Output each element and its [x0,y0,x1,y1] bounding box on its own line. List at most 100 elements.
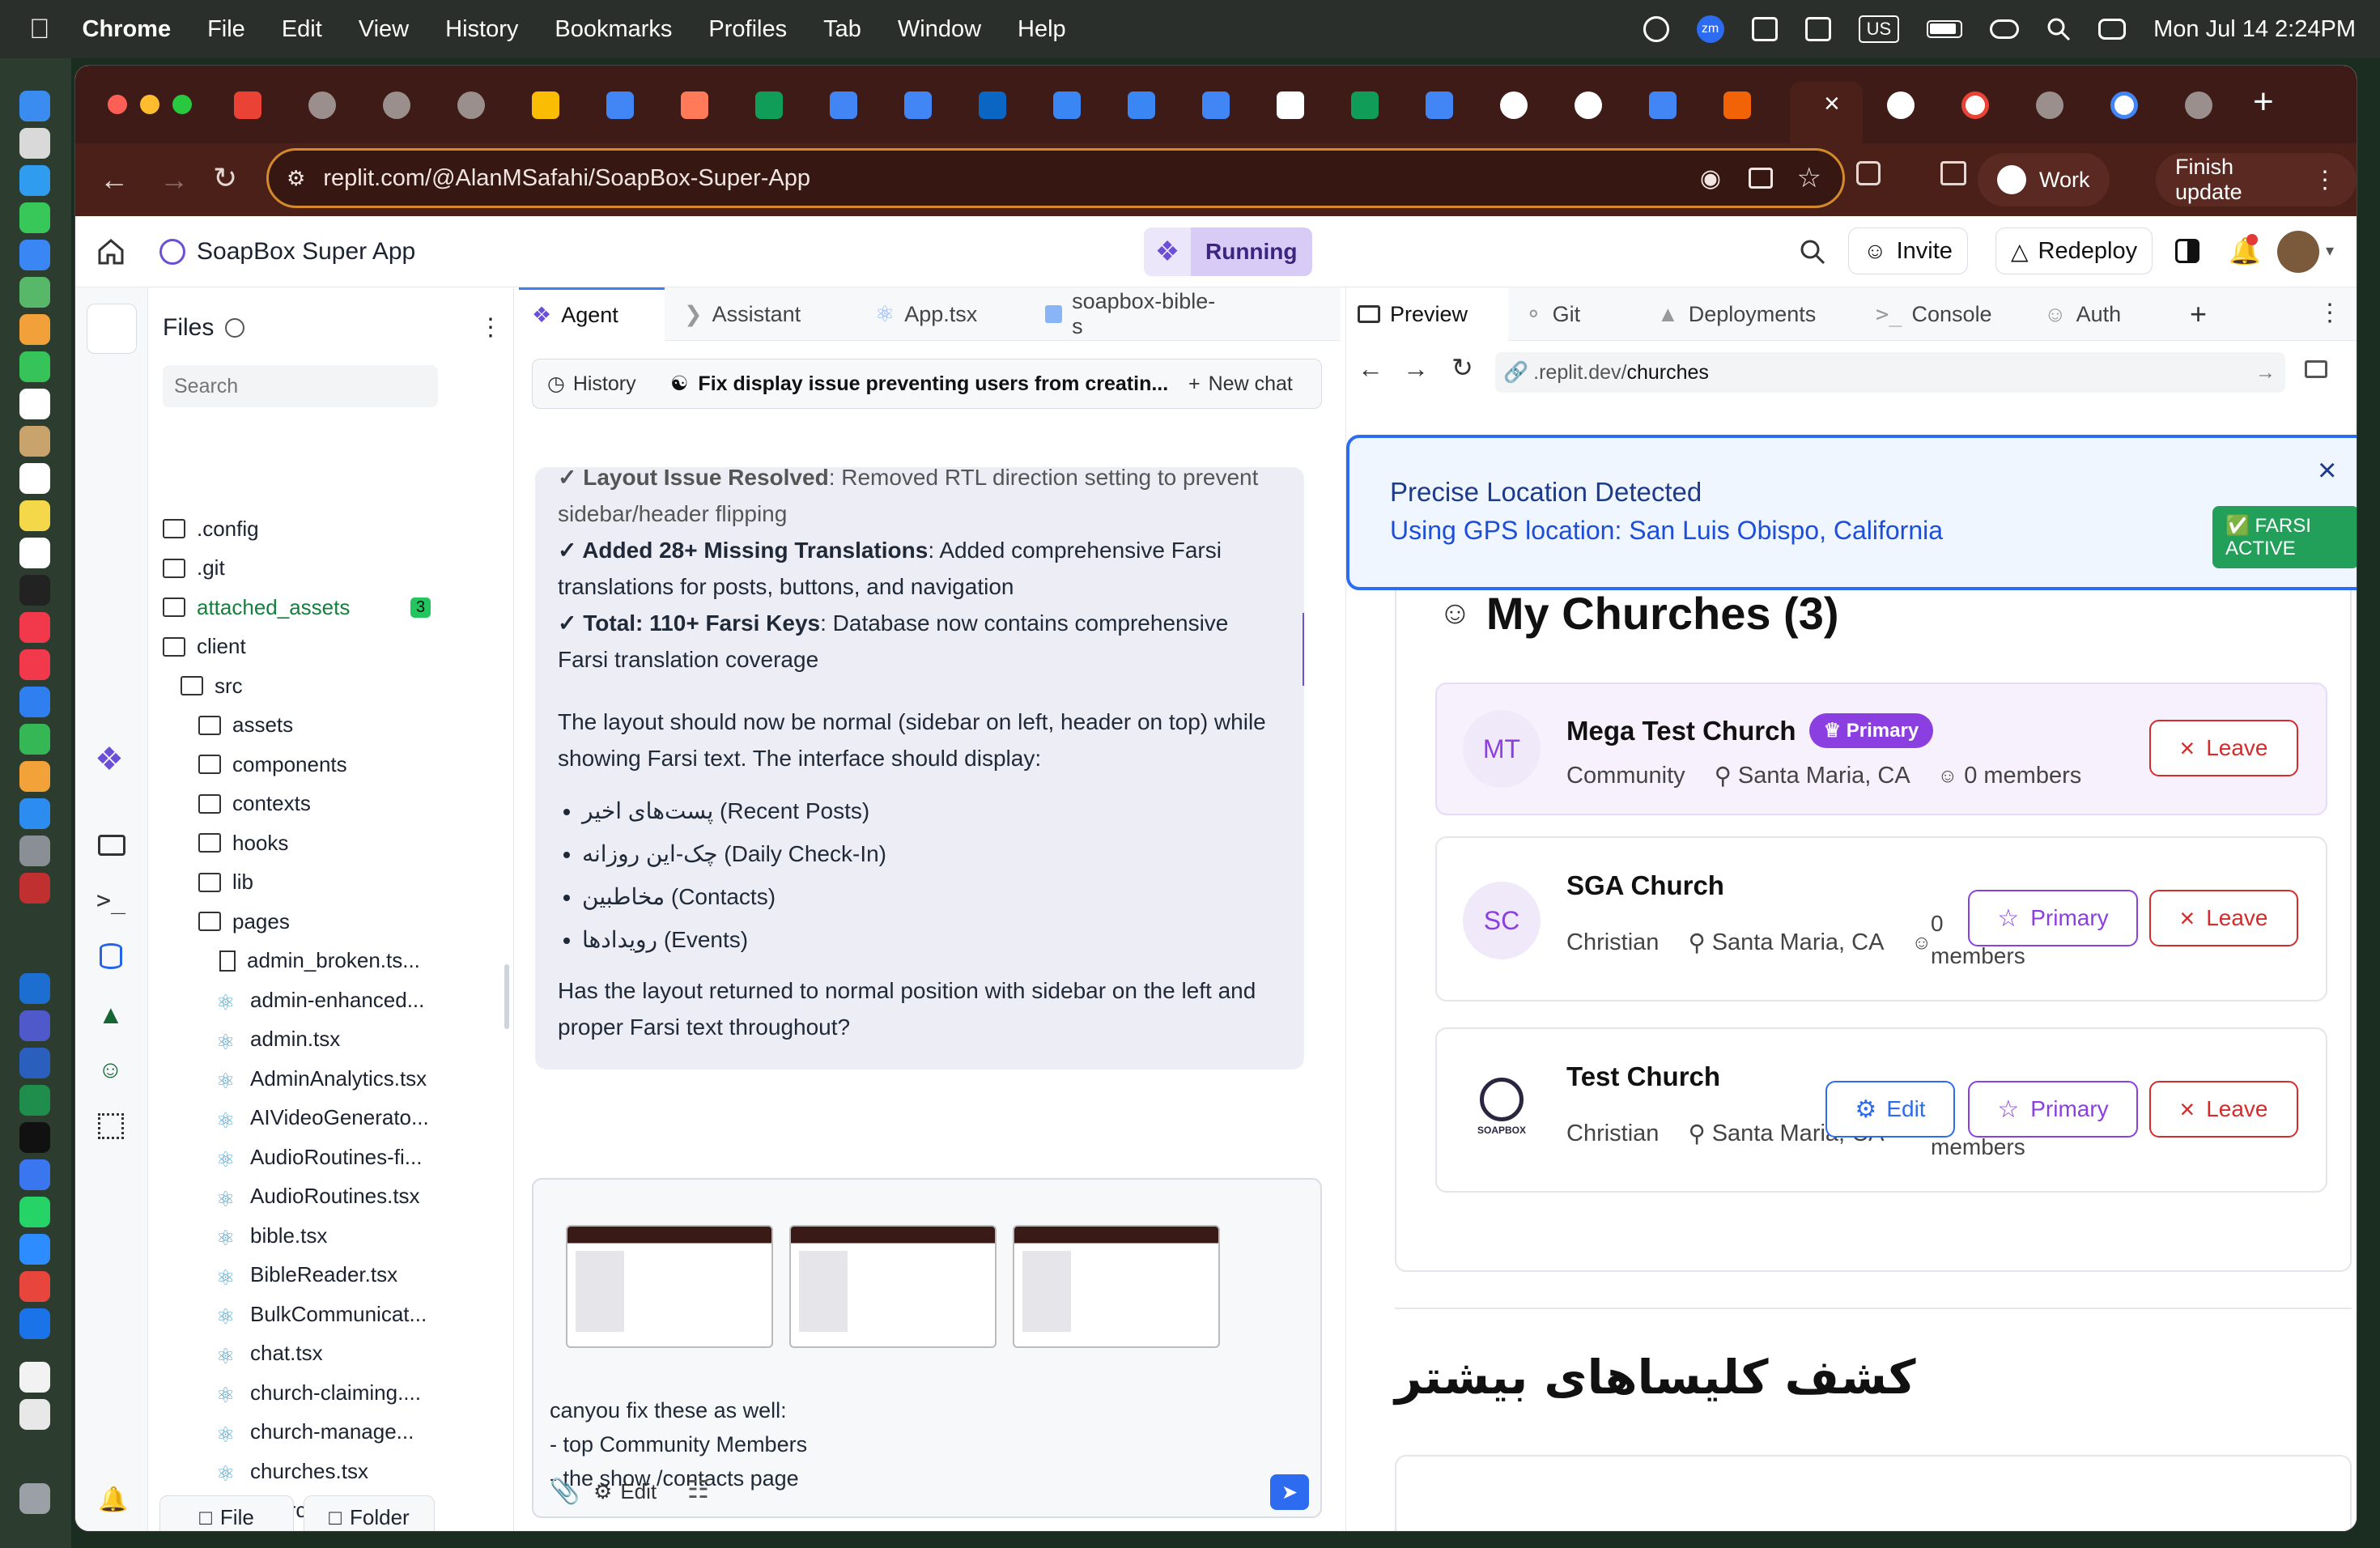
trash-icon[interactable] [19,1483,50,1514]
tree-folder[interactable]: .config [163,512,259,545]
tab-assistant[interactable]: ❯ Assistant [673,287,851,341]
keyboard-layout[interactable]: US [1858,15,1900,43]
tab-soapbox-bible[interactable]: soapbox-bible-s [1034,287,1220,341]
invite-button[interactable]: ☺ Invite [1848,228,1968,274]
chat-title[interactable]: ☯ Fix display issue preventing users from… [670,372,1172,396]
tab-hubspot[interactable] [681,91,708,119]
attach-icon[interactable]: 📎 [550,1478,580,1506]
appstore-icon[interactable] [19,798,50,829]
back-icon[interactable]: ← [100,163,129,197]
minimize-window-button[interactable] [140,95,159,114]
menu-bookmarks[interactable]: Bookmarks [555,16,672,43]
tab-drive[interactable] [532,91,559,119]
excel-dock-icon[interactable] [19,1085,50,1116]
files-menu-icon[interactable]: ⋮ [478,313,503,342]
menu-edit[interactable]: Edit [282,16,322,43]
finder-icon[interactable] [19,91,50,121]
tab-white[interactable] [1277,91,1304,119]
calendar-icon[interactable] [19,389,50,419]
sliders-icon[interactable]: ☷ [687,1476,709,1504]
tree-folder[interactable]: assets [198,709,293,742]
music-icon[interactable] [19,612,50,643]
new-chat-button[interactable]: + New chat [1172,372,1293,396]
tab-openai[interactable] [1500,91,1528,119]
tab-docs-5[interactable] [1426,91,1453,119]
photos-icon[interactable] [19,314,50,345]
chat-input-text[interactable]: canyou fix these as well: - top Communit… [550,1393,807,1495]
tree-file[interactable]: ⚛ church-manage... [216,1416,414,1448]
tab-sheets-2[interactable] [1351,91,1379,119]
site-info-icon[interactable]: ⚙ [287,166,305,191]
tab-auth[interactable]: ☺ Auth [2033,287,2162,341]
teams-icon[interactable] [1804,17,1831,41]
tab-docs-2[interactable] [830,91,857,119]
teams-dock-icon[interactable] [19,1010,50,1041]
menu-window[interactable]: Window [898,16,981,43]
search-icon-replit[interactable] [1798,237,1827,266]
terminal-dock-icon[interactable] [19,1122,50,1153]
tree-file[interactable]: ⚛ admin-enhanced... [216,984,424,1016]
status-circle-icon[interactable] [1643,16,1669,42]
zoom-dock-icon[interactable] [19,1234,50,1265]
mail-icon[interactable] [19,240,50,270]
whatsapp-dock-icon[interactable] [19,1197,50,1227]
document-dock-icon[interactable] [19,1362,50,1393]
menubar-clock[interactable]: Mon Jul 14 2:24PM [2153,16,2356,43]
console-tool-icon[interactable]: >_ [96,887,125,915]
church-card-mega-test[interactable]: MT Mega Test Church ♕ Primary Community … [1435,683,2327,815]
run-status[interactable]: ❖ Running [1144,228,1312,276]
preview-url-bar[interactable]: 🔗 .replit.dev/ churches → [1495,352,2285,393]
redeploy-button[interactable]: △ Redeploy [1995,228,2153,274]
preview-forward-icon[interactable]: → [1403,354,1429,384]
leave-button[interactable]: × Leave [2149,890,2298,946]
attachment-thumbnail-1[interactable] [566,1225,773,1348]
tab-google-1[interactable] [1961,91,1989,119]
freeform-icon[interactable] [19,538,50,568]
leave-button[interactable]: × Leave [2149,1081,2298,1138]
tree-file[interactable]: admin_broken.ts... [216,945,420,977]
tab-globe-1[interactable] [308,91,336,119]
tree-folder[interactable]: pages [198,905,290,938]
control-center-icon[interactable] [2098,19,2127,40]
tab-docs-4[interactable] [1202,91,1230,119]
tab-app-tsx[interactable]: ⚛ App.tsx [864,287,1026,341]
layout-toggle-icon[interactable] [2175,239,2199,263]
tab-docs-1[interactable] [606,91,634,119]
toast-close-icon[interactable]: × [2318,453,2336,489]
add-tab-icon[interactable]: + [2190,297,2207,331]
outlook-icon[interactable] [1751,17,1778,41]
menu-view[interactable]: View [359,16,409,43]
tab-git[interactable]: ⚬ Git [1513,287,1634,341]
close-window-button[interactable] [108,95,127,114]
edit-mode-button[interactable]: ⚙ Edit [593,1479,657,1504]
tab-deployments[interactable]: ▲ Deployments [1646,287,1856,341]
search-icon[interactable] [2046,17,2071,41]
zoom-icon[interactable]: zm [1696,15,1724,43]
tab-linkedin[interactable] [979,91,1006,119]
chat-input-box[interactable]: canyou fix these as well: - top Communit… [532,1178,1322,1518]
new-folder-button[interactable]: □ Folder [304,1495,435,1531]
tab-github-1[interactable] [1575,91,1602,119]
facetime-icon[interactable] [19,351,50,382]
chrome-dock-icon[interactable] [19,1271,50,1302]
attachment-thumbnail-3[interactable] [1013,1225,1220,1348]
forward-icon[interactable]: → [159,163,189,197]
profile-chip[interactable]: Work [1978,153,2110,206]
preview-app-icon[interactable] [19,873,50,904]
tree-file[interactable]: ⚛ BibleReader.tsx [216,1259,397,1291]
settings-icon[interactable] [19,836,50,866]
tab-globe-2[interactable] [383,91,410,119]
tab-globe-3[interactable] [457,91,485,119]
tree-folder[interactable]: hooks [198,827,288,859]
tab-compass-1[interactable] [1053,91,1081,119]
chevron-down-icon[interactable]: ▾ [2326,240,2334,261]
church-card-test[interactable]: SOAPBOX Test Church Christian ⚲ Santa Ma… [1435,1027,2327,1193]
church-card-sga[interactable]: SC SGA Church Christian ⚲ Santa Maria, C… [1435,836,2327,1002]
close-tab-icon[interactable]: × [1824,88,1840,120]
tab-agent[interactable]: ❖ Agent [519,287,665,341]
tab-replit[interactable] [1723,91,1751,119]
devices-icon[interactable] [2305,360,2327,378]
contacts-icon[interactable] [19,426,50,457]
menu-profiles[interactable]: Profiles [708,16,787,43]
reload-icon[interactable]: ↻ [213,161,237,195]
